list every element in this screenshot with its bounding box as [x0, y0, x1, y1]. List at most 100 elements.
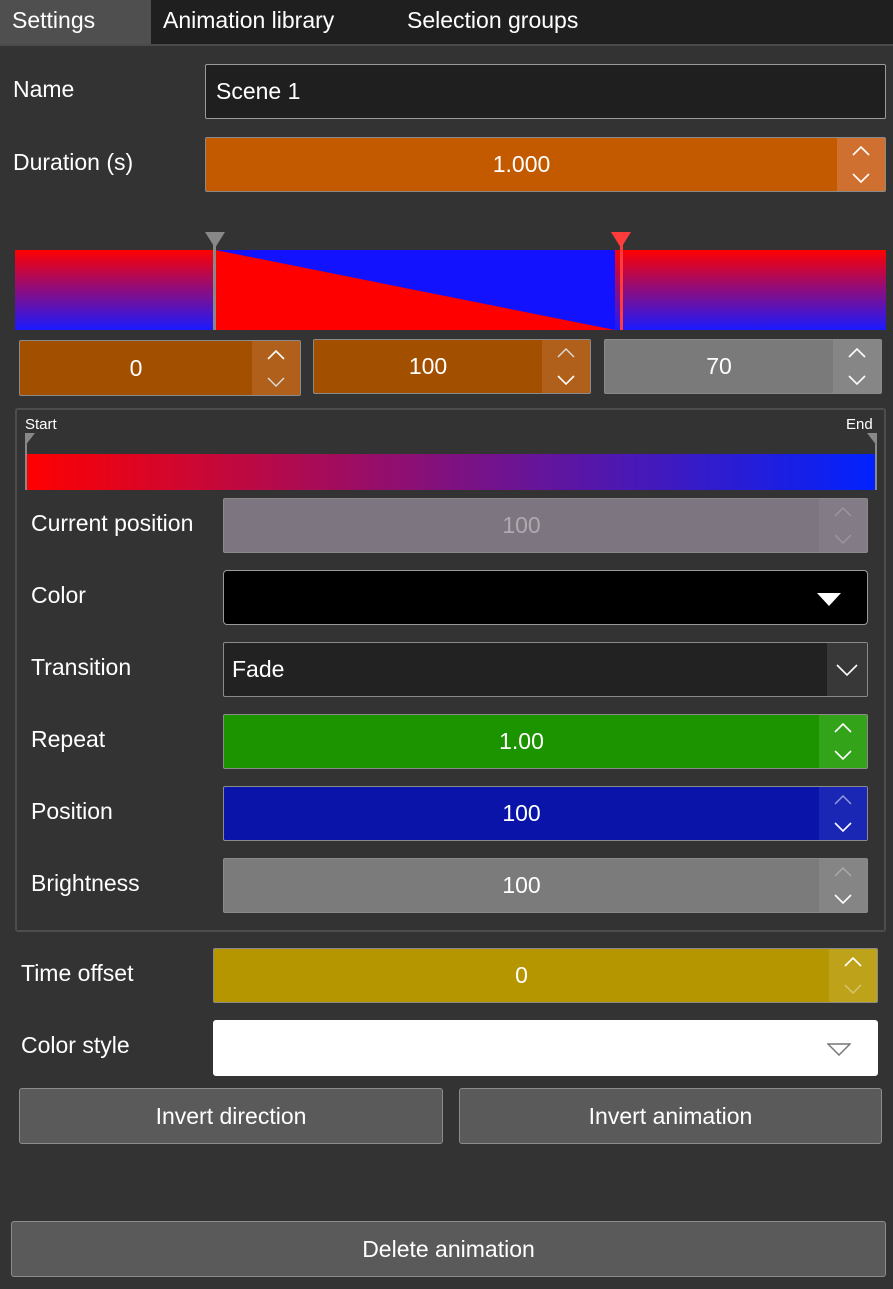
color-style-label: Color style	[21, 1032, 130, 1058]
duration-stepper[interactable]: 1.000	[205, 137, 886, 192]
timeline-end-value: 100	[408, 353, 448, 379]
name-label: Name	[13, 76, 75, 102]
chevron-up-icon	[834, 867, 852, 877]
timeline-end-increment-button[interactable]	[542, 340, 590, 367]
tab-selection-groups[interactable]: Selection groups	[395, 0, 635, 44]
timeline-end-decrement-button[interactable]	[542, 367, 590, 394]
timeline-start-marker[interactable]	[213, 244, 216, 330]
chevron-down-icon	[834, 894, 852, 904]
position-increment-button[interactable]	[819, 787, 867, 814]
gradient-start-label: Start	[25, 416, 57, 433]
current-position-label: Current position	[31, 510, 194, 536]
repeat-decrement-button[interactable]	[819, 742, 867, 769]
timeline-end-stepper[interactable]: 100	[313, 339, 591, 394]
tab-settings[interactable]: Settings	[0, 0, 151, 44]
name-input[interactable]: Scene 1	[205, 64, 886, 119]
chevron-down-icon	[267, 377, 285, 387]
gradient-end-label: End	[846, 416, 873, 433]
gradient-end-handle-icon[interactable]	[867, 433, 877, 446]
current-position-increment-button	[819, 499, 867, 526]
triangle-down-icon	[827, 1043, 851, 1056]
chevron-down-icon	[852, 173, 870, 183]
repeat-spin	[819, 715, 867, 768]
chevron-up-icon	[848, 348, 866, 358]
position-label: Position	[31, 798, 113, 824]
transition-select[interactable]: Fade	[223, 642, 868, 697]
time-offset-increment-button[interactable]	[829, 949, 877, 976]
time-offset-value: 0	[515, 962, 528, 988]
duration-decrement-button[interactable]	[837, 165, 885, 192]
transition-dropdown-button[interactable]	[827, 643, 867, 696]
position-value: 100	[502, 800, 541, 826]
chevron-up-icon	[834, 507, 852, 517]
delete-animation-button[interactable]: Delete animation	[11, 1221, 886, 1277]
brightness-increment-button[interactable]	[819, 859, 867, 886]
chevron-up-icon	[844, 957, 862, 967]
repeat-increment-button[interactable]	[819, 715, 867, 742]
chevron-up-icon	[852, 146, 870, 156]
brightness-spin	[819, 859, 867, 912]
time-offset-decrement-button[interactable]	[829, 976, 877, 1003]
brightness-value: 100	[502, 872, 541, 898]
repeat-label: Repeat	[31, 726, 106, 752]
color-style-value	[214, 1021, 817, 1075]
current-position-value: 100	[502, 512, 541, 538]
timeline-start-decrement-button[interactable]	[252, 368, 300, 395]
tab-animation-library[interactable]: Animation library	[151, 0, 391, 44]
time-offset-spin	[829, 949, 877, 1002]
duration-increment-button[interactable]	[837, 138, 885, 165]
current-position-decrement-button	[819, 526, 867, 553]
chevron-up-icon	[267, 349, 285, 360]
color-gradient-fill	[25, 454, 877, 490]
timeline-end-spin	[542, 340, 590, 393]
position-spin	[819, 787, 867, 840]
chevron-down-icon	[557, 375, 575, 385]
timeline-current-stepper[interactable]: 70	[604, 339, 882, 394]
chevron-down-icon	[834, 822, 852, 832]
tab-bar: Settings Animation library Selection gro…	[0, 0, 893, 46]
duration-label: Duration (s)	[13, 149, 134, 175]
start-marker-triangle-icon[interactable]	[205, 232, 225, 248]
timeline-start-stepper[interactable]: 0	[19, 340, 301, 396]
chevron-down-icon	[844, 984, 862, 994]
timeline-current-increment-button[interactable]	[833, 340, 881, 367]
chevron-down-icon	[848, 375, 866, 385]
time-offset-stepper[interactable]: 0	[213, 948, 878, 1003]
invert-direction-button[interactable]: Invert direction	[19, 1088, 443, 1144]
chevron-up-icon	[834, 795, 852, 805]
chevron-down-icon	[834, 750, 852, 760]
brightness-stepper[interactable]: 100	[223, 858, 868, 913]
gradient-end-line	[875, 444, 877, 490]
timeline-strip[interactable]	[15, 230, 886, 332]
timeline-start-increment-button[interactable]	[252, 341, 300, 368]
repeat-stepper[interactable]: 1.00	[223, 714, 868, 769]
brightness-decrement-button[interactable]	[819, 886, 867, 913]
duration-spin	[837, 138, 885, 191]
brightness-label: Brightness	[31, 870, 140, 896]
repeat-value: 1.00	[499, 728, 544, 754]
gradient-start-handle-icon[interactable]	[25, 433, 35, 446]
color-label: Color	[31, 582, 86, 608]
timeline-current-marker[interactable]	[620, 244, 623, 330]
chevron-down-icon	[836, 663, 858, 676]
current-marker-triangle-icon[interactable]	[611, 232, 631, 248]
chevron-up-icon	[834, 723, 852, 733]
timeline-current-value: 70	[706, 353, 732, 379]
triangle-down-icon	[817, 593, 841, 606]
gradient-start-line	[25, 444, 27, 490]
name-input-value: Scene 1	[216, 78, 301, 104]
time-offset-label: Time offset	[21, 960, 134, 986]
timeline-start-spin	[252, 341, 300, 395]
position-decrement-button[interactable]	[819, 814, 867, 841]
color-gradient-bar[interactable]	[25, 432, 877, 490]
color-picker[interactable]	[223, 570, 868, 625]
position-stepper[interactable]: 100	[223, 786, 868, 841]
invert-animation-button[interactable]: Invert animation	[459, 1088, 882, 1144]
transition-value: Fade	[232, 656, 285, 682]
duration-value: 1.000	[492, 151, 551, 177]
timeline-current-decrement-button[interactable]	[833, 367, 881, 394]
current-position-stepper: 100	[223, 498, 868, 553]
color-style-select[interactable]	[213, 1020, 878, 1076]
current-position-spin	[819, 499, 867, 552]
chevron-up-icon	[557, 348, 575, 358]
